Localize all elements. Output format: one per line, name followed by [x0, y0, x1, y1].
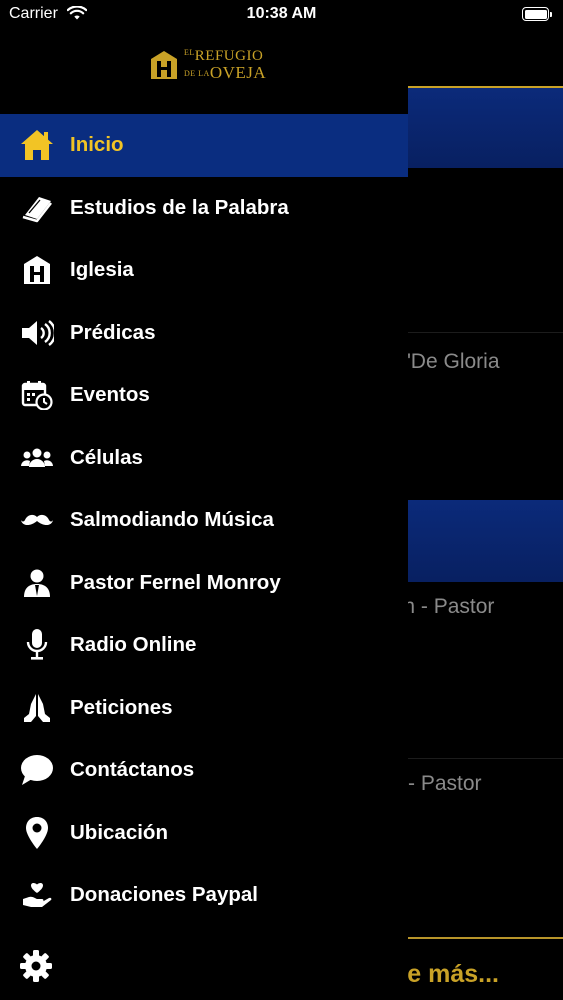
menu-item-label: Peticiones [70, 695, 173, 719]
settings-button[interactable] [19, 949, 53, 983]
divider [408, 332, 563, 333]
divider [408, 937, 563, 939]
menu-item-celulas[interactable]: Células [0, 427, 408, 490]
app-screen: 9, "De Gloria dán - Pastor os - Pastor d… [0, 0, 563, 1000]
banner[interactable] [408, 88, 563, 168]
menu-item-label: Salmodiando Música [70, 508, 274, 532]
group-icon [20, 441, 54, 475]
menu-item-label: Células [70, 445, 143, 469]
battery-icon [522, 7, 552, 21]
logo-text: OVEJA [209, 63, 267, 82]
microphone-icon [20, 628, 54, 662]
menu-item-label: Iglesia [70, 258, 134, 282]
book-icon [20, 191, 54, 225]
home-icon [20, 128, 54, 162]
logo-text: EL [184, 48, 195, 57]
menu-item-label: Donaciones Paypal [70, 883, 258, 907]
clock: 10:38 AM [246, 5, 317, 22]
drawer-menu: Inicio Estudios de la Palabra Iglesia Pr… [0, 114, 408, 927]
menu-item-ubicacion[interactable]: Ubicación [0, 802, 408, 865]
menu-item-contactanos[interactable]: Contáctanos [0, 739, 408, 802]
menu-item-eventos[interactable]: Eventos [0, 364, 408, 427]
mustache-icon [20, 503, 54, 537]
navigation-drawer: ELREFUGIO DE LAOVEJA Inicio Estudios de … [0, 0, 408, 1000]
menu-item-label: Inicio [70, 133, 124, 157]
menu-item-label: Prédicas [70, 320, 156, 344]
menu-item-iglesia[interactable]: Iglesia [0, 239, 408, 302]
praying-hands-icon [20, 691, 54, 725]
logo-text: REFUGIO [194, 48, 264, 64]
speaker-icon [20, 316, 54, 350]
church-logo-icon [151, 51, 177, 79]
menu-item-label: Pastor Fernel Monroy [70, 570, 281, 594]
menu-item-label: Eventos [70, 383, 150, 407]
church-icon [20, 253, 54, 287]
menu-item-label: Contáctanos [70, 758, 195, 782]
menu-item-radio[interactable]: Radio Online [0, 614, 408, 677]
menu-item-label: Radio Online [70, 633, 197, 657]
divider [408, 758, 563, 759]
menu-item-salmodiando[interactable]: Salmodiando Música [0, 489, 408, 552]
logo-text: DE LA [184, 69, 210, 79]
app-logo: ELREFUGIO DE LAOVEJA [150, 48, 266, 82]
menu-item-predicas[interactable]: Prédicas [0, 302, 408, 365]
menu-item-donaciones[interactable]: Donaciones Paypal [0, 864, 408, 927]
banner[interactable] [408, 500, 563, 582]
pastor-icon [20, 566, 54, 600]
gear-icon [20, 950, 52, 982]
menu-item-label: Ubicación [70, 820, 168, 844]
location-pin-icon [20, 816, 54, 850]
donation-hand-icon [20, 878, 54, 912]
calendar-clock-icon [20, 378, 54, 412]
menu-item-inicio[interactable]: Inicio [0, 114, 408, 177]
see-more-link[interactable]: de más... [392, 960, 499, 989]
chat-bubble-icon [20, 753, 54, 787]
menu-item-pastor[interactable]: Pastor Fernel Monroy [0, 552, 408, 615]
menu-item-peticiones[interactable]: Peticiones [0, 677, 408, 740]
menu-item-label: Estudios de la Palabra [70, 195, 289, 219]
menu-item-estudios[interactable]: Estudios de la Palabra [0, 177, 408, 240]
status-bar: Carrier 10:38 AM [0, 0, 563, 30]
